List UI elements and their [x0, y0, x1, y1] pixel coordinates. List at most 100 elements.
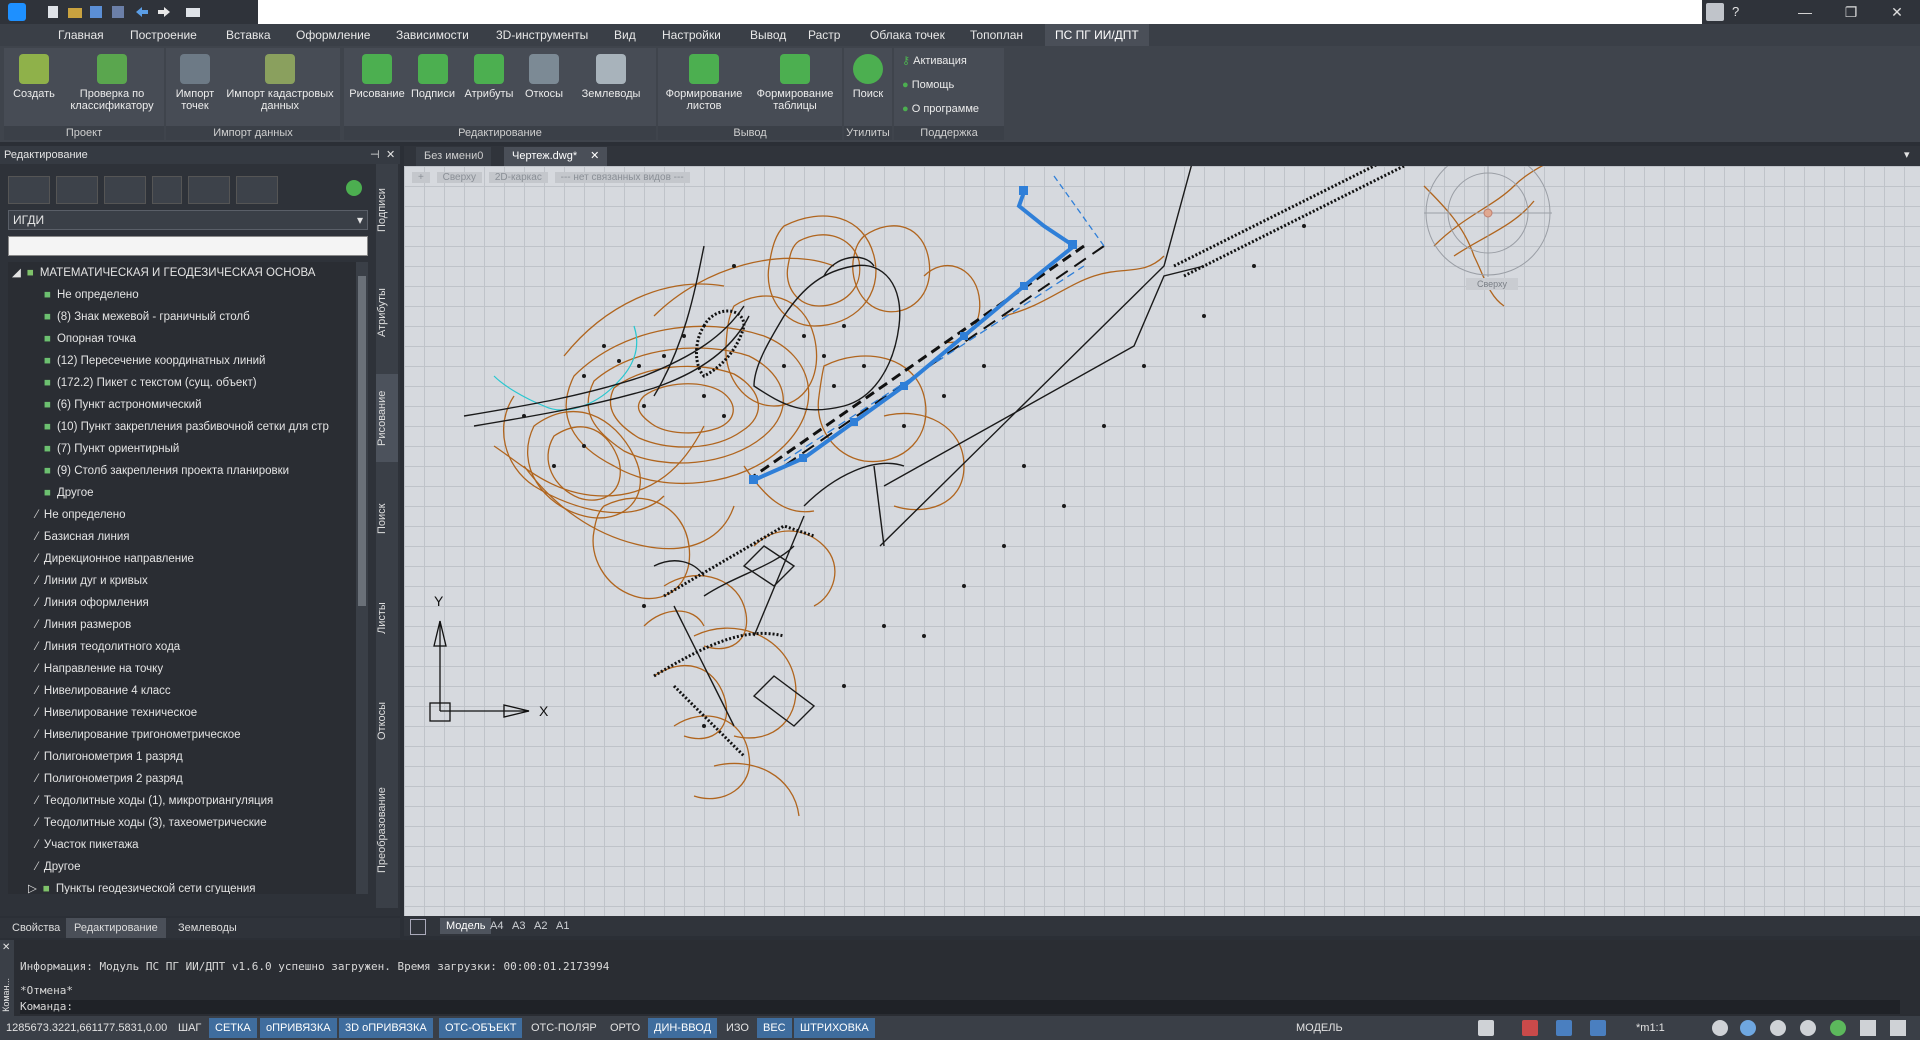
- copy-tool-button[interactable]: [152, 176, 182, 204]
- lightbulb-icon[interactable]: [1478, 1020, 1494, 1036]
- tree-line-item[interactable]: ⁄ Линия оформления: [36, 592, 149, 614]
- tree-point-item[interactable]: ■ (8) Знак межевой - граничный столб: [44, 306, 250, 328]
- scrollbar-thumb[interactable]: [358, 276, 366, 606]
- minimize-button[interactable]: —: [1782, 0, 1828, 24]
- tab-ps-pg[interactable]: ПС ПГ ИИ/ДПТ: [1045, 24, 1149, 46]
- create-button[interactable]: Создать: [8, 54, 60, 100]
- tree-line-item[interactable]: ⁄ Нивелирование тригонометрическое: [36, 724, 241, 746]
- layout-icon[interactable]: [1706, 3, 1724, 21]
- tab-topoplan[interactable]: Топоплан: [960, 24, 1033, 46]
- expand-arrow-icon[interactable]: ◢: [12, 267, 21, 279]
- tree-line-item[interactable]: ⁄ Нивелирование техническое: [36, 702, 197, 724]
- tab-constraints[interactable]: Зависимости: [386, 24, 479, 46]
- import-points-button[interactable]: Импорт точек: [170, 54, 220, 112]
- point-tool-button[interactable]: [8, 176, 50, 204]
- status-toggle[interactable]: 3D оПРИВЯЗКА: [339, 1018, 433, 1038]
- form-sheets-button[interactable]: Формирование листов: [660, 54, 748, 112]
- maximize-button[interactable]: ❐: [1828, 0, 1874, 24]
- tree-line-item[interactable]: ⁄ Дирекционное направление: [36, 548, 194, 570]
- earthworks-button[interactable]: Землеводы: [570, 54, 652, 100]
- close-tab-icon[interactable]: ✕: [590, 150, 599, 162]
- tab-design[interactable]: Оформление: [286, 24, 380, 46]
- slopes-button[interactable]: Откосы: [520, 54, 568, 100]
- app-logo-icon[interactable]: [8, 3, 26, 21]
- collapse-arrow-icon[interactable]: ▷: [28, 883, 37, 894]
- doc-tab-untitled[interactable]: Без имени0: [416, 147, 492, 166]
- annotation-scale[interactable]: *m1:1: [1630, 1018, 1671, 1038]
- tab-insert[interactable]: Вставка: [216, 24, 281, 46]
- drawing-canvas[interactable]: + Сверху 2D-каркас --- нет связанных вид…: [404, 166, 1920, 916]
- tab-raster[interactable]: Растр: [798, 24, 850, 46]
- tree-line-item[interactable]: ⁄ Не определено: [36, 504, 126, 526]
- tab-home[interactable]: Главная: [48, 24, 114, 46]
- status-toggle[interactable]: ИЗО: [720, 1018, 755, 1038]
- status-toggle[interactable]: ОТС-ПОЛЯР: [525, 1018, 603, 1038]
- about-button[interactable]: ● О программе: [902, 100, 979, 118]
- viewcube-label[interactable]: Сверху: [1466, 278, 1518, 290]
- tree-line-item[interactable]: ⁄ Теодолитные ходы (1), микротриангуляция: [36, 790, 273, 812]
- help-icon[interactable]: ?: [1732, 4, 1739, 19]
- tree-line-item[interactable]: ⁄ Другое: [36, 856, 80, 878]
- tree-next-group[interactable]: ▷ ■ Пункты геодезической сети сгущения: [28, 878, 256, 894]
- side-tab[interactable]: Поиск: [376, 482, 398, 556]
- draw-button[interactable]: Рисование: [348, 54, 406, 100]
- search-button[interactable]: Поиск: [846, 54, 890, 100]
- status-toggle[interactable]: ОТС-ОБЪЕКТ: [439, 1018, 523, 1038]
- status-toggle[interactable]: СЕТКА: [209, 1018, 257, 1038]
- status-toggle[interactable]: ДИН-ВВОД: [648, 1018, 718, 1038]
- tree-line-item[interactable]: ⁄ Нивелирование 4 класс: [36, 680, 171, 702]
- select-cursor-icon[interactable]: [1556, 1020, 1572, 1036]
- isolate-icon[interactable]: [1522, 1020, 1538, 1036]
- side-tab[interactable]: Листы: [376, 576, 398, 660]
- tab-3d-tools[interactable]: 3D-инструменты: [486, 24, 598, 46]
- tree-point-item[interactable]: ■ (172.2) Пикет с текстом (сущ. объект): [44, 372, 257, 394]
- status-toggle[interactable]: ШТРИХОВКА: [794, 1018, 875, 1038]
- layouts-menu-icon[interactable]: [410, 919, 426, 935]
- tree-point-item[interactable]: ■ Другое: [44, 482, 94, 504]
- align-tool-button[interactable]: [236, 176, 278, 204]
- command-input[interactable]: Команда:: [20, 1000, 1900, 1014]
- pin-icon[interactable]: ⊣: [370, 146, 380, 164]
- classifier-select[interactable]: ИГДИ ▾: [8, 210, 368, 230]
- side-tab[interactable]: Откосы: [376, 680, 398, 762]
- steering-wheel-icon[interactable]: [1800, 1020, 1816, 1036]
- tree-line-item[interactable]: ⁄ Базисная линия: [36, 526, 130, 548]
- tabs-menu-icon[interactable]: ▾: [1904, 148, 1910, 161]
- tab-settings[interactable]: Настройки: [652, 24, 731, 46]
- form-table-button[interactable]: Формирование таблицы: [750, 54, 840, 112]
- status-toggle[interactable]: ШАГ: [172, 1018, 207, 1038]
- side-tab[interactable]: Рисование: [376, 374, 398, 462]
- insert-tool-button[interactable]: [188, 176, 230, 204]
- check-classifier-button[interactable]: Проверка по классификатору: [64, 54, 160, 112]
- activation-button[interactable]: ⚷ Активация: [902, 52, 967, 70]
- close-button[interactable]: ✕: [1874, 0, 1920, 24]
- doc-tab-drawing[interactable]: Чертеж.dwg* ✕: [504, 147, 608, 166]
- tree-line-item[interactable]: ⁄ Линия размеров: [36, 614, 131, 636]
- side-tab[interactable]: Подписи: [376, 168, 398, 252]
- customize-icon[interactable]: [1890, 1020, 1906, 1036]
- sync-icon[interactable]: [1830, 1020, 1846, 1036]
- tree-point-item[interactable]: ■ (9) Столб закрепления проекта планировк…: [44, 460, 289, 482]
- tab-output[interactable]: Вывод: [740, 24, 796, 46]
- pan-icon[interactable]: [1712, 1020, 1728, 1036]
- help-button[interactable]: ● Помощь: [902, 76, 954, 94]
- command-close-icon[interactable]: ✕: [2, 942, 10, 953]
- tab-earthworks[interactable]: Землеводы: [170, 918, 245, 938]
- tree-scrollbar[interactable]: [356, 262, 368, 894]
- tree-point-item[interactable]: ■ Опорная точка: [44, 328, 136, 350]
- orbit-icon[interactable]: [1770, 1020, 1786, 1036]
- status-toggle[interactable]: оПРИВЯЗКА: [260, 1018, 337, 1038]
- polygon-tool-button[interactable]: [104, 176, 146, 204]
- tree-point-item[interactable]: ■ (10) Пункт закрепления разбивочной сетк…: [44, 416, 329, 438]
- tab-properties[interactable]: Свойства: [4, 918, 68, 938]
- tree-line-item[interactable]: ⁄ Линия теодолитного хода: [36, 636, 180, 658]
- tree-search-input[interactable]: [8, 236, 368, 256]
- zoom-icon[interactable]: [1740, 1020, 1756, 1036]
- import-cadastre-button[interactable]: Импорт кадастровых данных: [222, 54, 338, 112]
- select-mode-icon[interactable]: [1590, 1020, 1606, 1036]
- fullscreen-icon[interactable]: [1860, 1020, 1876, 1036]
- tree-line-item[interactable]: ⁄ Линии дуг и кривых: [36, 570, 148, 592]
- tab-editing[interactable]: Редактирование: [66, 918, 166, 938]
- status-toggle[interactable]: ОРТО: [604, 1018, 646, 1038]
- tab-build[interactable]: Построение: [120, 24, 207, 46]
